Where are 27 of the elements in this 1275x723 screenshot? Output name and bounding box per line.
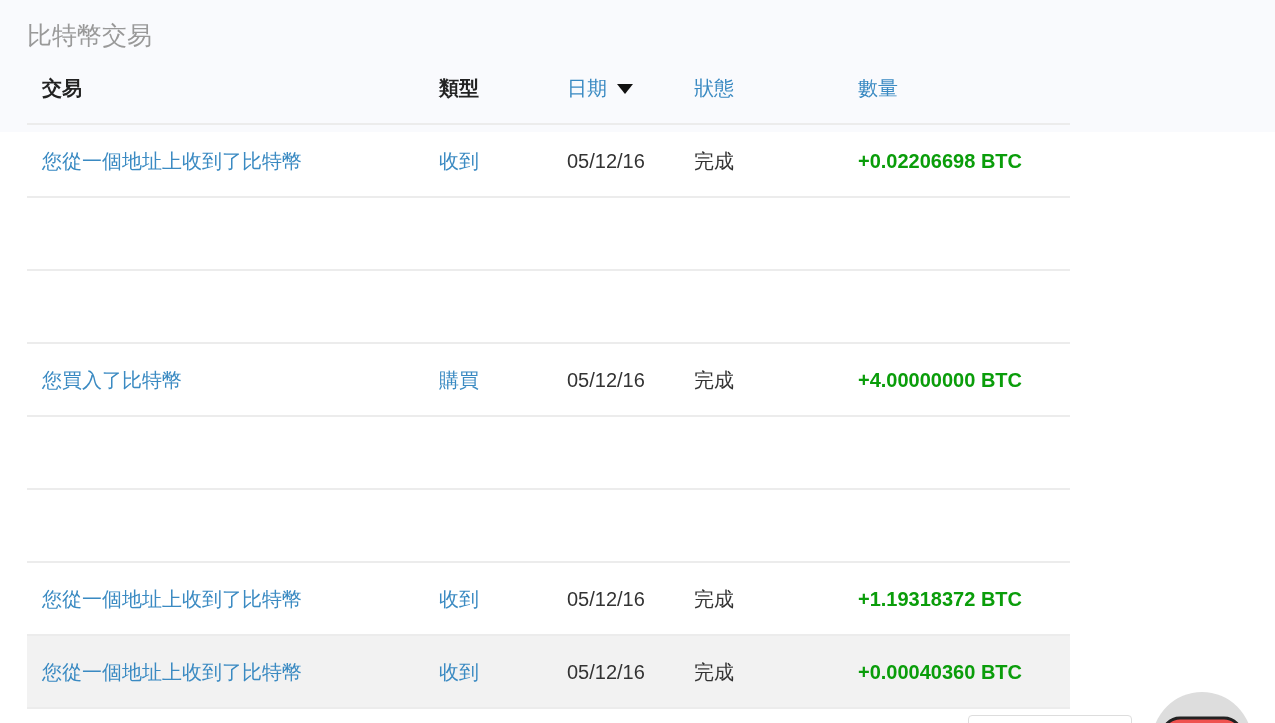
amount-cell: +4.00000000 BTC bbox=[858, 368, 1022, 391]
transaction-link[interactable]: 您從一個地址上收到了比特幣 bbox=[42, 587, 302, 610]
date-cell: 05/12/16 bbox=[567, 660, 645, 683]
amount-cell: +0.02206698 BTC bbox=[858, 149, 1022, 172]
type-link[interactable]: 收到 bbox=[439, 587, 479, 610]
page-title: 比特幣交易 bbox=[27, 20, 152, 51]
amount-cell: +1.19318372 BTC bbox=[858, 587, 1022, 610]
type-link[interactable]: 收到 bbox=[439, 149, 479, 172]
transaction-link[interactable]: 您從一個地址上收到了比特幣 bbox=[42, 660, 302, 683]
column-header[interactable]: 狀態 bbox=[694, 76, 734, 99]
transaction-link[interactable]: 您買入了比特幣 bbox=[42, 368, 182, 391]
status-cell: 完成 bbox=[694, 587, 734, 610]
type-link[interactable]: 收到 bbox=[439, 660, 479, 683]
status-cell: 完成 bbox=[694, 660, 734, 683]
column-header[interactable]: 數量 bbox=[858, 76, 898, 99]
amount-cell: +0.00040360 BTC bbox=[858, 660, 1022, 683]
type-link[interactable]: 購買 bbox=[439, 368, 479, 391]
column-header[interactable]: 日期 bbox=[567, 76, 607, 99]
status-cell: 完成 bbox=[694, 368, 734, 391]
date-cell: 05/12/16 bbox=[567, 368, 645, 391]
column-header: 交易 bbox=[42, 76, 82, 99]
sort-down-icon[interactable] bbox=[617, 84, 633, 95]
column-header: 類型 bbox=[439, 76, 479, 99]
status-cell: 完成 bbox=[694, 149, 734, 172]
transaction-link[interactable]: 您從一個地址上收到了比特幣 bbox=[42, 149, 302, 172]
date-cell: 05/12/16 bbox=[567, 149, 645, 172]
date-cell: 05/12/16 bbox=[567, 587, 645, 610]
